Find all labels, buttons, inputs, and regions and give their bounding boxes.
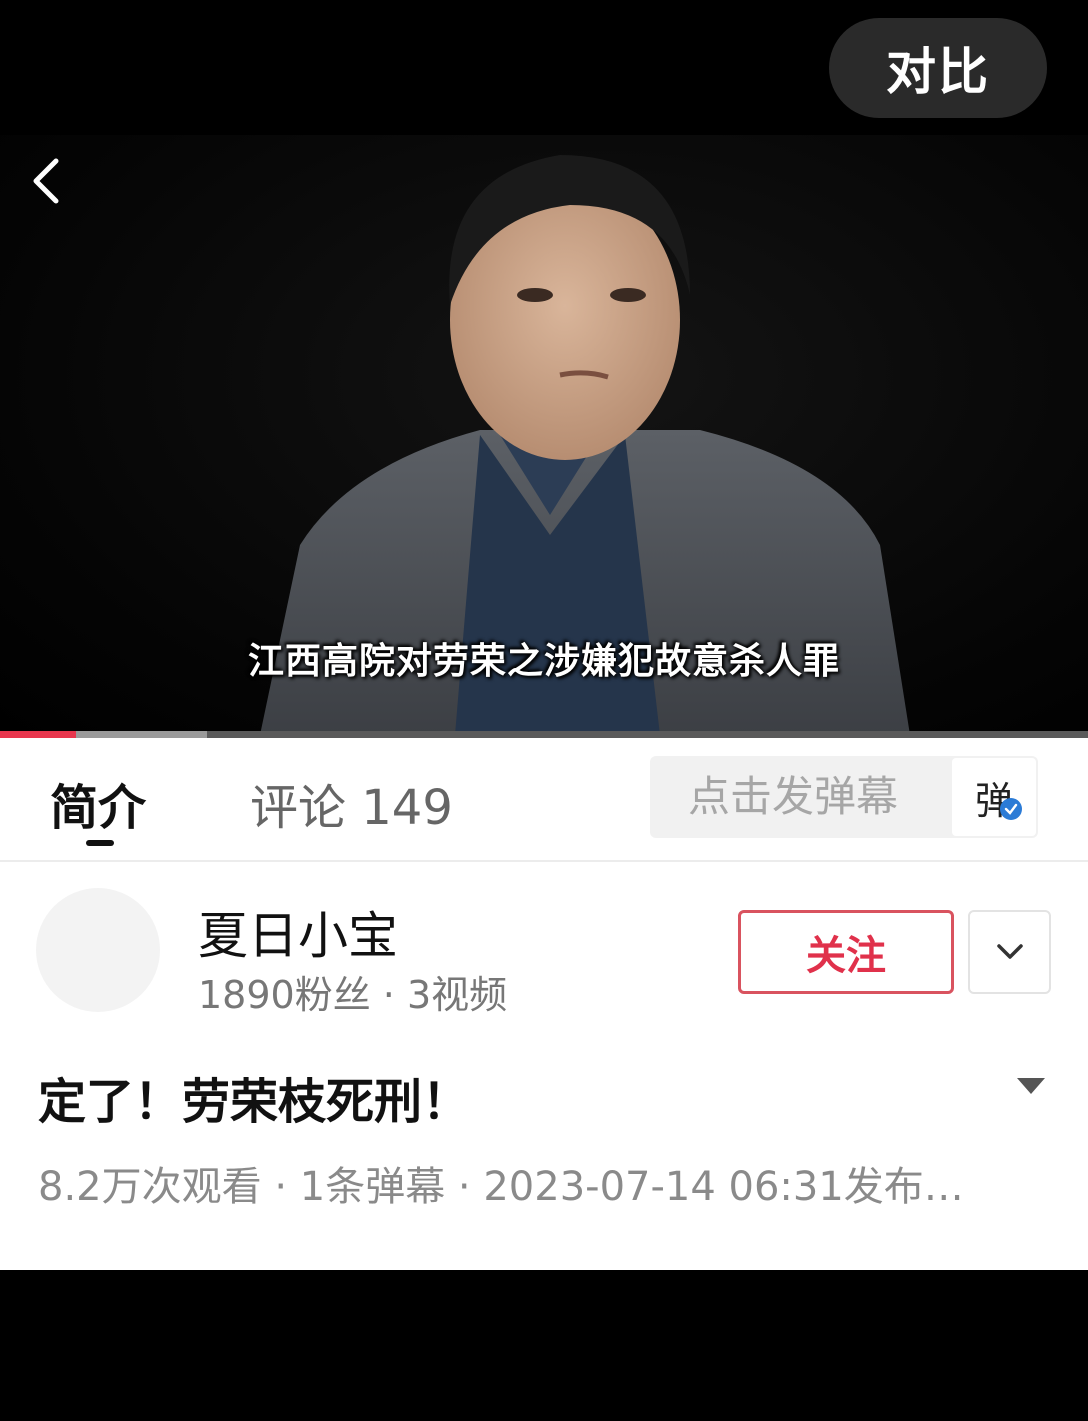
compare-button[interactable]: 对比 (829, 18, 1047, 118)
uploader-name[interactable]: 夏日小宝 (198, 896, 398, 968)
more-options-button[interactable] (968, 910, 1051, 994)
video-subtitle: 江西高院对劳荣之涉嫌犯故意杀人罪 (247, 641, 840, 682)
expand-triangle-icon[interactable] (1016, 1076, 1046, 1096)
verified-check-icon (1000, 798, 1022, 820)
back-arrow-icon[interactable] (22, 153, 78, 209)
progress-bar[interactable] (0, 731, 1088, 738)
tab-indicator (86, 840, 114, 846)
chevron-down-icon (996, 944, 1023, 959)
danmu-bar: 点击发弹幕 弹 (650, 756, 1038, 838)
tab-comments[interactable]: 评论 149 (250, 768, 453, 838)
video-title: 定了！劳荣枝死刑！ (38, 1074, 471, 1130)
uploader-stats: 1890粉丝 · 3视频 (198, 973, 508, 1017)
top-bar: 对比 (0, 0, 1088, 135)
bottom-area (0, 1270, 1088, 1421)
danmu-toggle-button[interactable]: 弹 (952, 758, 1036, 836)
follow-button[interactable]: 关注 (738, 910, 954, 994)
danmu-input[interactable]: 点击发弹幕 (650, 756, 950, 838)
avatar[interactable] (36, 888, 160, 1012)
info-panel: 简介 评论 149 点击发弹幕 弹 夏日小宝 1890粉丝 · 3视频 关注 定… (0, 738, 1088, 1270)
tab-bar: 简介 评论 149 点击发弹幕 弹 (0, 738, 1088, 862)
video-player[interactable]: 江西高院对劳荣之涉嫌犯故意杀人罪 (0, 135, 1088, 735)
tab-intro[interactable]: 简介 (50, 768, 146, 838)
video-meta: 8.2万次观看 · 1条弹幕 · 2023-07-14 06:31发布… (38, 1164, 964, 1210)
progress-played (0, 731, 77, 738)
